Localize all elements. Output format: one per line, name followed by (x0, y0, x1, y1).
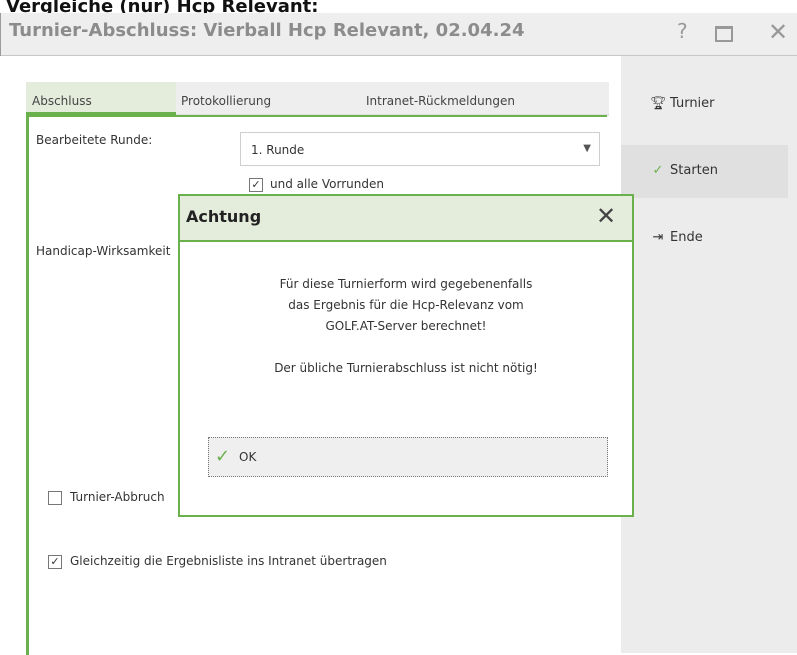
warning-dialog: Achtung ✕ Für diese Turnierform wird geg… (178, 194, 634, 517)
check-icon: ✓ (652, 163, 664, 178)
ok-label: OK (239, 450, 257, 464)
dialog-message-line: Für diese Turnierform wird gegebenenfall… (279, 277, 533, 291)
maximize-icon[interactable] (715, 26, 733, 42)
ok-button[interactable]: ✓ OK (208, 437, 608, 477)
dialog-message-line: das Ergebnis für die Hcp-Relevanz vom (288, 298, 524, 312)
round-select-value: 1. Runde (251, 143, 305, 157)
prev-rounds-checkbox[interactable]: ✓ (249, 178, 263, 192)
check-icon: ✓ (215, 446, 231, 467)
prev-rounds-label: und alle Vorrunden (270, 177, 384, 191)
start-button[interactable]: ✓ Starten (650, 163, 718, 178)
abort-label: Turnier-Abbruch (70, 490, 165, 504)
start-label: Starten (670, 163, 718, 178)
tab-abschluss[interactable]: Abschluss (32, 94, 92, 108)
trophy-icon: 🏆︎ (650, 96, 667, 111)
tournament-label: Turnier (670, 96, 715, 111)
close-icon[interactable]: ✕ (596, 202, 616, 230)
abort-checkbox[interactable] (48, 491, 62, 505)
tournament-button[interactable]: 🏆︎ Turnier (650, 96, 715, 111)
tab-intranet-rueckmeldungen[interactable]: Intranet-Rückmeldungen (366, 94, 515, 108)
tab-protokollierung[interactable]: Protokollierung (181, 94, 271, 108)
dialog-titlebar: Achtung ✕ (180, 196, 632, 242)
window-title: Turnier-Abschluss: Vierball Hcp Relevant… (9, 20, 525, 41)
page-caption: Vergleiche (nur) Hcp Relevant: (6, 0, 319, 14)
dialog-message-line: GOLF.AT-Server berechnet! (325, 319, 487, 333)
exit-icon: ⇥ (652, 230, 664, 245)
tab-strip: Abschluss Protokollierung Intranet-Rückm… (26, 82, 609, 116)
help-icon[interactable]: ? (677, 19, 688, 43)
round-label: Bearbeitete Runde: (36, 133, 153, 147)
upload-label: Gleichzeitig die Ergebnisliste ins Intra… (70, 554, 387, 568)
close-icon[interactable]: ✕ (768, 18, 788, 46)
dialog-message: Für diese Turnierform wird gegebenenfall… (180, 274, 632, 379)
end-label: Ende (670, 230, 703, 245)
chevron-down-icon[interactable]: ▼ (583, 143, 591, 154)
window-titlebar: Turnier-Abschluss: Vierball Hcp Relevant… (1, 13, 797, 56)
round-select[interactable]: 1. Runde ▼ (240, 132, 600, 166)
upload-checkbox[interactable]: ✓ (48, 555, 62, 569)
handicap-label: Handicap-Wirksamkeit (36, 244, 171, 258)
dialog-message-line: Der übliche Turnierabschluss ist nicht n… (274, 361, 538, 375)
dialog-title: Achtung (186, 207, 262, 226)
end-button[interactable]: ⇥ Ende (650, 230, 703, 245)
